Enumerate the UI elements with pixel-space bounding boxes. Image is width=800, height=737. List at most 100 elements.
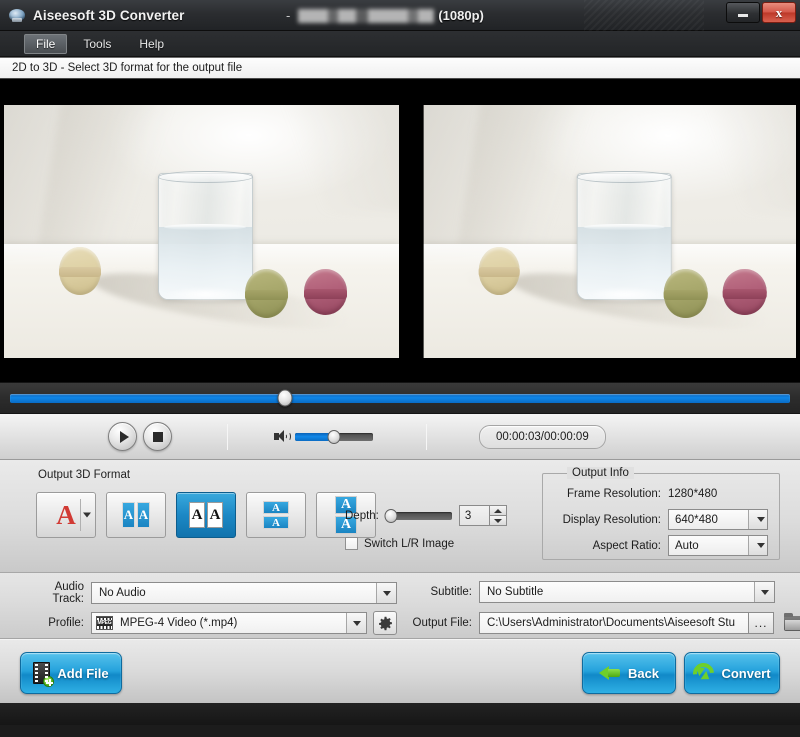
convert-button[interactable]: Convert <box>684 652 780 694</box>
format-top-bottom-half-button[interactable]: A A <box>246 492 306 538</box>
top-bottom-half-icon: A A <box>263 501 289 529</box>
aspect-ratio-label: Aspect Ratio: <box>592 539 661 552</box>
minimize-button[interactable] <box>726 2 760 23</box>
anaglyph-icon: A <box>56 501 77 530</box>
title-hatch-texture <box>584 0 704 31</box>
depth-label: Depth: <box>345 509 379 522</box>
stop-icon <box>152 431 163 442</box>
add-file-button[interactable]: Add File <box>20 652 122 694</box>
stop-button[interactable] <box>143 422 172 451</box>
subtitle-select[interactable]: No Subtitle <box>479 581 775 603</box>
close-icon: x <box>775 5 783 20</box>
add-file-label: Add File <box>57 665 109 681</box>
volume-handle[interactable] <box>327 429 341 444</box>
frame-resolution-label: Frame Resolution: <box>567 488 661 500</box>
transport-divider-1 <box>227 423 228 450</box>
hint-bar: 2D to 3D - Select 3D format for the outp… <box>0 57 800 79</box>
subtitle-row: Subtitle: No Subtitle <box>420 581 775 603</box>
transport-bar: 00:00:03/00:00:09 <box>0 414 800 460</box>
frame-resolution-value: 1280*480 <box>668 488 718 500</box>
play-icon <box>119 430 129 443</box>
switch-lr-checkbox[interactable] <box>345 537 358 550</box>
format-side-by-side-half-button[interactable]: A A <box>106 492 166 538</box>
switch-lr-label: Switch L/R Image <box>364 537 455 550</box>
menu-help-label: Help <box>139 36 165 51</box>
right-eye-preview[interactable] <box>401 105 796 358</box>
profile-value: MPEG-4 Video (*.mp4) <box>120 617 238 629</box>
depth-stepper[interactable]: 3 <box>458 505 507 526</box>
format-anaglyph-button[interactable]: A <box>36 492 96 538</box>
aspect-ratio-value: Auto <box>675 539 699 552</box>
chevron-down-icon[interactable] <box>83 512 91 518</box>
side-by-side-half-icon: A A <box>122 502 150 528</box>
anaglyph-divider <box>80 499 81 531</box>
output-info-group: Output Info Frame Resolution: 1280*480 D… <box>542 467 780 560</box>
audio-track-dropdown-button[interactable] <box>376 583 396 603</box>
menu-item-file[interactable]: File <box>24 33 68 54</box>
audio-track-value: No Audio <box>99 587 146 599</box>
depth-value[interactable]: 3 <box>458 505 489 526</box>
caret-down-icon <box>493 518 502 523</box>
profile-row: Profile: MPEG MPEG-4 Video (*.mp4) <box>22 611 397 635</box>
menu-file-label: File <box>36 36 56 51</box>
time-display: 00:00:03/00:00:09 <box>479 424 606 449</box>
menu-item-tools[interactable]: Tools <box>71 34 123 54</box>
frame-resolution-row: Frame Resolution: 1280*480 <box>549 488 775 500</box>
folder-icon <box>784 612 800 631</box>
menu-bar: File Tools Help <box>0 31 800 57</box>
left-eye-preview[interactable] <box>4 105 399 358</box>
play-button[interactable] <box>108 422 137 451</box>
seek-slider[interactable] <box>10 389 790 407</box>
mpeg-icon: MPEG <box>96 616 113 630</box>
display-resolution-value: 640*480 <box>675 513 718 526</box>
volume-control <box>274 429 373 444</box>
title-bar: Aiseesoft 3D Converter - (1080p) x <box>0 0 800 31</box>
format-side-by-side-full-button[interactable]: A A <box>176 492 236 538</box>
depth-decrement-button[interactable] <box>488 515 507 526</box>
chevron-down-icon <box>757 543 765 548</box>
volume-slider[interactable] <box>295 429 373 444</box>
profile-settings-button[interactable] <box>373 611 397 635</box>
app-logo-icon <box>8 6 26 24</box>
profile-dropdown-button[interactable] <box>346 613 366 633</box>
refresh-icon <box>689 658 719 688</box>
subtitle-dropdown-button[interactable] <box>754 582 774 602</box>
browse-output-button[interactable]: ... <box>748 612 774 634</box>
display-resolution-select[interactable]: 640*480 <box>668 509 768 530</box>
gear-icon <box>378 616 392 630</box>
output-file-row: Output File: C:\Users\Administrator\Docu… <box>400 611 800 635</box>
speaker-icon[interactable] <box>274 430 291 443</box>
aspect-ratio-row: Aspect Ratio: Auto <box>549 535 775 556</box>
switch-lr-checkbox-row[interactable]: Switch L/R Image <box>345 537 454 550</box>
audio-track-select[interactable]: No Audio <box>91 582 397 604</box>
output-info-title: Output Info <box>567 467 634 479</box>
aspect-ratio-dropdown-button[interactable] <box>748 536 767 555</box>
app-title: Aiseesoft 3D Converter <box>33 7 185 23</box>
depth-slider[interactable] <box>384 508 452 523</box>
menu-item-help[interactable]: Help <box>127 34 176 54</box>
depth-handle[interactable] <box>384 508 398 523</box>
subtitle-value: No Subtitle <box>487 586 544 598</box>
close-button[interactable]: x <box>762 2 796 23</box>
audio-track-row: Audio Track: No Audio <box>22 581 397 605</box>
profile-select[interactable]: MPEG MPEG-4 Video (*.mp4) <box>91 612 367 634</box>
display-resolution-dropdown-button[interactable] <box>748 510 767 529</box>
seek-handle[interactable] <box>277 389 293 407</box>
preview-image-left <box>4 105 399 358</box>
output-format-panel: Output 3D Format A A A A A A A A A A Dep… <box>0 460 800 573</box>
video-preview-area <box>0 79 800 382</box>
aspect-ratio-select[interactable]: Auto <box>668 535 768 556</box>
window-controls: x <box>726 2 796 23</box>
chevron-down-icon <box>382 590 391 596</box>
open-output-folder-button[interactable] <box>781 611 800 635</box>
subtitle-label: Subtitle: <box>430 586 472 598</box>
audio-track-label: Audio Track: <box>52 581 84 605</box>
chevron-down-icon <box>760 589 769 595</box>
depth-increment-button[interactable] <box>488 505 507 515</box>
caret-up-icon <box>493 508 502 513</box>
output-file-input[interactable]: C:\Users\Administrator\Documents\Aiseeso… <box>479 612 749 634</box>
back-button[interactable]: Back <box>582 652 676 694</box>
preview-image-right <box>423 105 796 358</box>
title-separator: - <box>286 8 291 23</box>
depth-stepper-buttons <box>488 505 507 526</box>
